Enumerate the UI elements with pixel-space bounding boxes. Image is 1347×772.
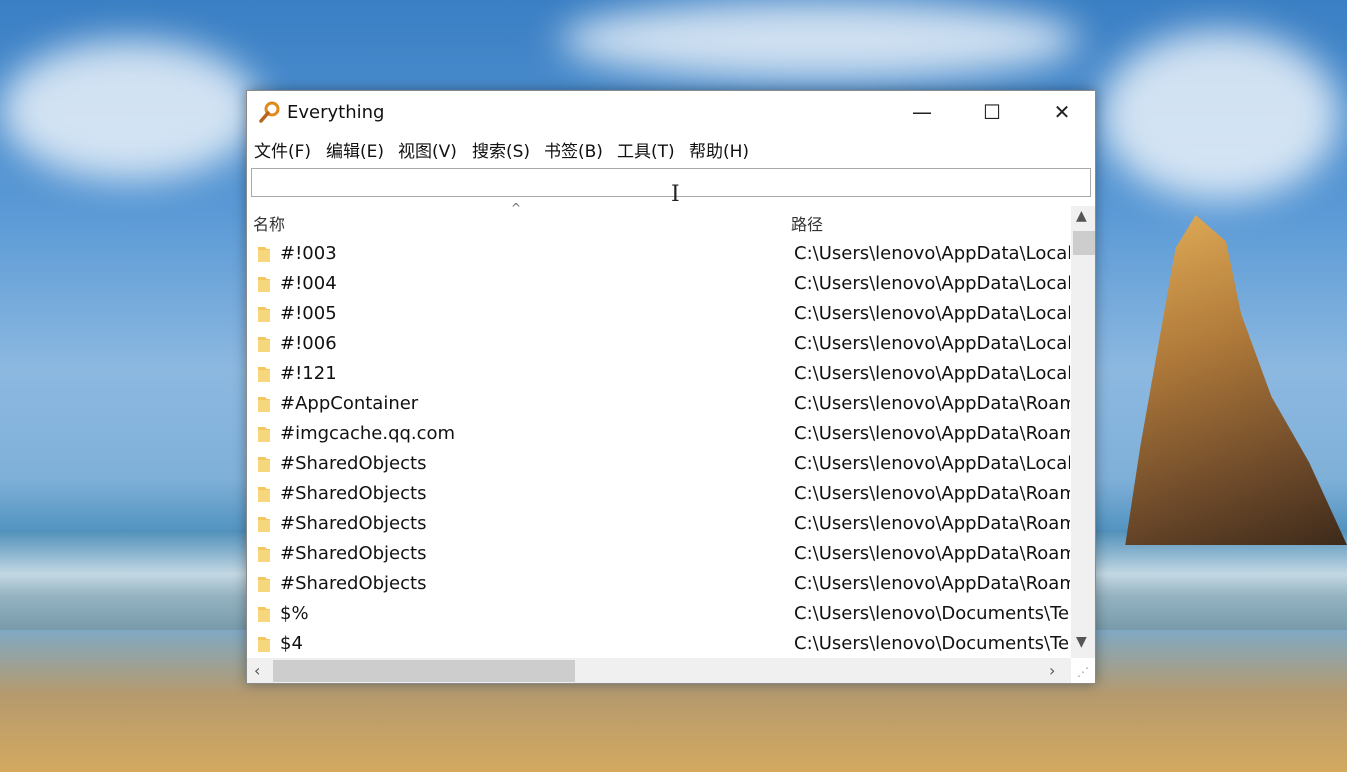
resize-grip-icon[interactable]: ⋰ [1077,665,1089,679]
folder-icon [258,337,270,352]
list-item[interactable]: #!003 C:\Users\lenovo\AppData\Local\ [247,239,1071,269]
folder-icon [258,517,270,532]
file-name: #SharedObjects [280,453,427,474]
list-item[interactable]: #SharedObjects C:\Users\lenovo\AppData\R… [247,509,1071,539]
horizontal-scroll-thumb[interactable] [273,660,575,682]
folder-icon [258,487,270,502]
folder-icon [258,637,270,652]
menu-tools[interactable]: 工具(T) [617,137,675,162]
file-path: C:\Users\lenovo\AppData\Local\ [794,243,1070,264]
file-path: C:\Users\lenovo\AppData\Roami [794,573,1070,594]
folder-icon [258,607,270,622]
close-button[interactable]: ✕ [1039,91,1085,133]
column-header: 名称 ^ 路径 [247,201,1071,235]
file-name: #AppContainer [280,393,419,414]
list-item[interactable]: $% C:\Users\lenovo\Documents\Ten [247,599,1071,629]
list-item[interactable]: $4 C:\Users\lenovo\Documents\Ten [247,629,1071,659]
file-path: C:\Users\lenovo\AppData\Local\ [794,273,1070,294]
file-name: #!003 [280,243,337,264]
minimize-button[interactable]: — [899,91,945,133]
list-item[interactable]: #imgcache.qq.com C:\Users\lenovo\AppData… [247,419,1071,449]
menu-view[interactable]: 视图(V) [398,137,457,162]
folder-icon [258,397,270,412]
list-item[interactable]: #SharedObjects C:\Users\lenovo\AppData\R… [247,479,1071,509]
file-path: C:\Users\lenovo\AppData\Roami [794,513,1070,534]
scroll-down-icon[interactable]: ▼ [1076,634,1087,650]
menu-bookmarks[interactable]: 书签(B) [544,137,603,162]
folder-icon [258,277,270,292]
file-name: $4 [280,633,303,654]
window-title: Everything [287,102,385,123]
column-name-header[interactable]: 名称 [253,211,285,235]
list-item[interactable]: #SharedObjects C:\Users\lenovo\AppData\R… [247,569,1071,599]
menu-edit[interactable]: 编辑(E) [326,137,384,162]
title-bar[interactable]: Everything — ☐ ✕ [247,91,1095,133]
horizontal-scrollbar[interactable]: ‹ › [247,658,1071,683]
menu-help[interactable]: 帮助(H) [689,137,749,162]
folder-icon [258,427,270,442]
folder-icon [258,457,270,472]
file-path: C:\Users\lenovo\AppData\Local\ [794,453,1070,474]
file-name: #SharedObjects [280,573,427,594]
maximize-button[interactable]: ☐ [969,91,1015,133]
file-path: C:\Users\lenovo\Documents\Ten [794,603,1070,624]
everything-window[interactable]: Everything — ☐ ✕ 文件(F) 编辑(E) 视图(V) 搜索(S)… [246,90,1096,684]
list-item[interactable]: #!005 C:\Users\lenovo\AppData\Local\ [247,299,1071,329]
file-name: #imgcache.qq.com [280,423,456,444]
column-path-header[interactable]: 路径 [791,211,823,235]
magnifier-icon [259,101,280,123]
menu-bar: 文件(F) 编辑(E) 视图(V) 搜索(S) 书签(B) 工具(T) 帮助(H… [247,135,1095,165]
folder-icon [258,247,270,262]
file-path: C:\Users\lenovo\AppData\Roami [794,423,1070,444]
file-path: C:\Users\lenovo\Documents\Ten [794,633,1070,654]
folder-icon [258,367,270,382]
list-item[interactable]: #SharedObjects C:\Users\lenovo\AppData\R… [247,539,1071,569]
scroll-up-icon[interactable]: ▲ [1076,208,1087,224]
file-name: #!006 [280,333,337,354]
vertical-scroll-thumb[interactable] [1073,231,1095,255]
vertical-scrollbar[interactable]: ▲ ▼ [1071,206,1095,658]
file-path: C:\Users\lenovo\AppData\Roami [794,483,1070,504]
list-item[interactable]: #AppContainer C:\Users\lenovo\AppData\Ro… [247,389,1071,419]
file-path: C:\Users\lenovo\AppData\Local\ [794,303,1070,324]
list-item[interactable]: #!121 C:\Users\lenovo\AppData\Local\ [247,359,1071,389]
menu-file[interactable]: 文件(F) [254,137,311,162]
list-item[interactable]: #!004 C:\Users\lenovo\AppData\Local\ [247,269,1071,299]
file-path: C:\Users\lenovo\AppData\Local\ [794,363,1070,384]
file-path: C:\Users\lenovo\AppData\Roami [794,543,1070,564]
scroll-right-icon[interactable]: › [1049,661,1055,680]
file-name: #SharedObjects [280,513,427,534]
file-name: #!004 [280,273,337,294]
folder-icon [258,307,270,322]
folder-icon [258,577,270,592]
file-name: #SharedObjects [280,543,427,564]
list-item[interactable]: #!006 C:\Users\lenovo\AppData\Local\ [247,329,1071,359]
folder-icon [258,547,270,562]
file-name: #!121 [280,363,337,384]
menu-search[interactable]: 搜索(S) [472,137,530,162]
sea-stack-rock [1125,215,1347,545]
file-name: #SharedObjects [280,483,427,504]
list-item[interactable]: #SharedObjects C:\Users\lenovo\AppData\L… [247,449,1071,479]
sort-ascending-icon: ^ [511,201,522,215]
file-name: $% [280,603,309,624]
results-list: #!003 C:\Users\lenovo\AppData\Local\ #!0… [247,239,1071,659]
file-name: #!005 [280,303,337,324]
file-path: C:\Users\lenovo\AppData\Roami [794,393,1070,414]
file-path: C:\Users\lenovo\AppData\Local\ [794,333,1070,354]
scroll-left-icon[interactable]: ‹ [254,661,260,680]
